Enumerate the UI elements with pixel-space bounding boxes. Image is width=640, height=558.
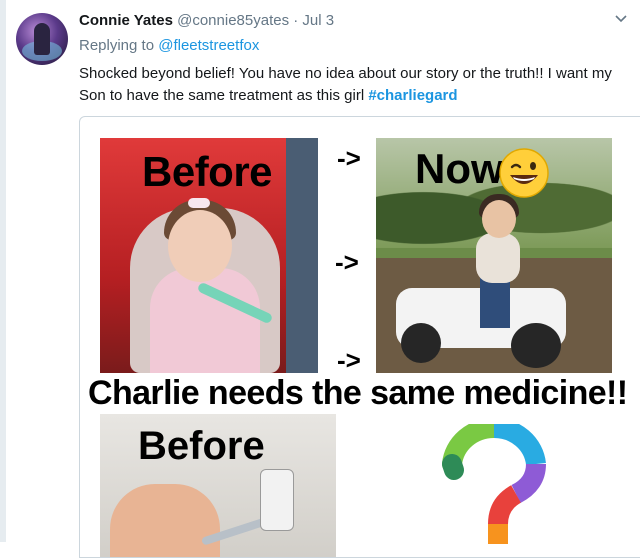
replying-to: Replying to @fleetstreetfox [79, 37, 259, 54]
arrow-2: -> [335, 247, 359, 277]
author-handle[interactable]: @connie85yates [177, 12, 289, 29]
timestamp[interactable]: Jul 3 [302, 12, 334, 29]
avatar-figure [34, 23, 50, 55]
timeline-rail [0, 0, 6, 542]
tweet-header: Connie Yates @connie85yates · Jul 3 [79, 12, 620, 32]
grinning-winking-face-icon [498, 147, 550, 199]
arrow-1: -> [337, 143, 361, 173]
header-separator: · [293, 12, 299, 29]
before-label-bottom: Before [138, 424, 265, 468]
media-headline: Charlie needs the same medicine!! [88, 374, 628, 412]
before-label-top: Before [142, 148, 273, 195]
tweet-text: Shocked beyond belief! You have no idea … [79, 63, 629, 107]
hashtag-link[interactable]: #charliegard [368, 87, 457, 104]
author-name[interactable]: Connie Yates [79, 12, 173, 29]
now-label: Now [415, 145, 504, 192]
avatar[interactable] [16, 13, 68, 65]
reply-mention-link[interactable]: @fleetstreetfox [158, 37, 259, 54]
arrow-3: -> [337, 345, 361, 375]
replying-prefix: Replying to [79, 37, 155, 54]
chevron-down-icon[interactable] [614, 12, 628, 26]
tweet-media[interactable]: Before Now -> -> -> Charlie needs the sa… [79, 116, 640, 558]
tweet-body: Shocked beyond belief! You have no idea … [79, 65, 612, 104]
puzzle-question-mark-icon [442, 417, 546, 554]
